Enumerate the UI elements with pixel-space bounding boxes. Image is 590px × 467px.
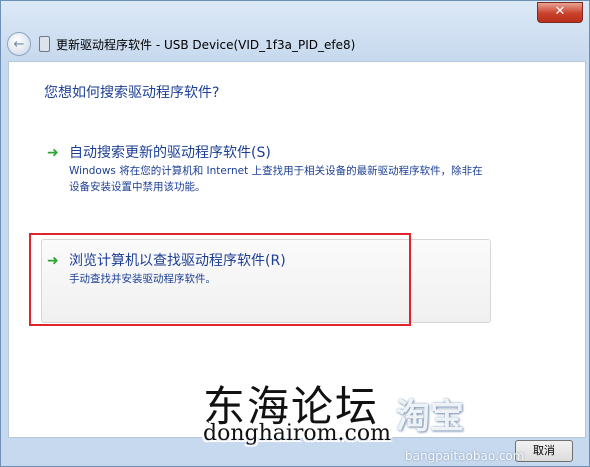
update-driver-dialog: ✕ ← 更新驱动程序软件 - USB Device(VID_1f3a_PID_e…	[0, 0, 590, 467]
watermark-taobao-url: bangpaitaobao.com	[405, 449, 525, 463]
option-auto-search-title[interactable]: 自动搜索更新的驱动程序软件(S)	[69, 142, 271, 162]
title-bar: ← 更新驱动程序软件 - USB Device(VID_1f3a_PID_efe…	[7, 29, 583, 59]
window-title: 更新驱动程序软件 - USB Device(VID_1f3a_PID_efe8)	[56, 37, 356, 52]
close-button[interactable]: ✕	[537, 2, 583, 23]
watermark-forum-url: donghairom.com	[203, 421, 391, 446]
usb-device-icon	[39, 36, 50, 52]
page-heading: 您想如何搜索驱动程序软件?	[44, 85, 220, 101]
option-auto-search-desc: Windows 将在您的计算机和 Internet 上查找用于相关设备的最新驱动…	[69, 165, 483, 193]
highlight-annotation	[29, 233, 411, 326]
back-arrow-icon: ←	[13, 36, 25, 52]
watermark-taobao: 淘宝	[396, 397, 464, 437]
green-arrow-icon: ➜	[47, 145, 59, 161]
close-icon: ✕	[554, 4, 566, 19]
back-button[interactable]: ←	[7, 32, 31, 56]
